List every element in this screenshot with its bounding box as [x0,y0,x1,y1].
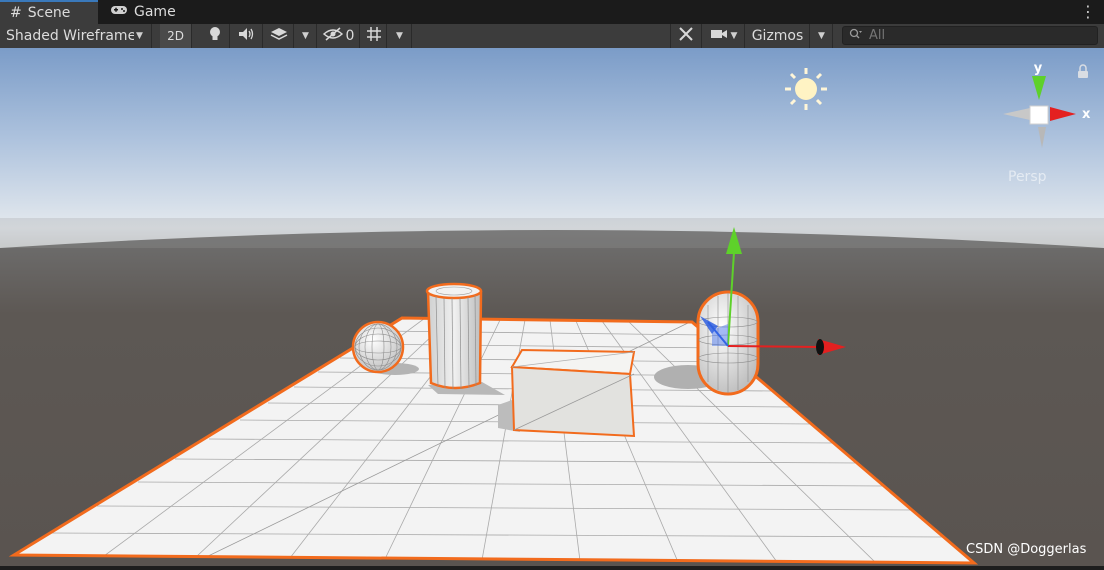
cube-object[interactable] [510,348,636,438]
watermark-text: CSDN @Doggerlas [966,542,1087,557]
gizmos-label: Gizmos [751,28,804,44]
gizmo-x-label: x [1082,107,1091,122]
search-icon [849,28,863,44]
tab-game-label: Game [134,4,176,20]
gizmo-center-cube[interactable] [1029,105,1049,125]
lightbulb-icon [208,26,222,46]
chevron-down-icon: ▼ [818,31,825,41]
effects-toggle-button[interactable] [264,24,294,48]
scene-visibility-toggle[interactable]: 0 [318,24,360,48]
tab-scene[interactable]: # Scene [0,0,98,24]
x-axis-handle[interactable] [727,345,821,348]
chevron-down-icon: ▼ [730,31,738,41]
gizmos-dropdown[interactable]: ▼ [811,24,833,48]
hidden-count: 0 [345,28,355,44]
speaker-icon [238,27,256,45]
effects-dropdown[interactable]: ▼ [295,24,317,48]
more-options-icon[interactable]: ⋮ [1080,2,1096,21]
grid-dropdown[interactable]: ▼ [388,24,412,48]
tab-game[interactable]: Game [100,0,190,24]
lighting-toggle-button[interactable] [200,24,230,48]
grid-icon [366,26,382,46]
projection-label[interactable]: Persp [1008,169,1047,185]
camera-icon [710,28,728,44]
chevron-down-icon: ▼ [302,31,309,41]
camera-settings-dropdown[interactable]: ▼ [703,24,745,48]
gamepad-icon [110,4,128,20]
search-input[interactable] [867,27,1091,44]
audio-toggle-button[interactable] [231,24,263,48]
chevron-down-icon: ▼ [136,31,143,41]
sphere-object[interactable] [351,320,405,374]
gizmo-y-label: y [1034,61,1043,76]
chevron-down-icon: ▼ [396,31,403,41]
tools-button[interactable] [670,24,702,48]
horizon-haze [0,218,1104,248]
scene-toolbar: Shaded Wireframe ▼ 2D ▼ 0 ▼ ▼ Gizmos ▼ A… [0,24,1104,49]
cylinder-object[interactable] [425,282,483,390]
layers-icon [270,27,288,45]
hash-icon: # [10,5,22,21]
2d-toggle-button[interactable]: 2D [160,24,192,48]
2d-label: 2D [167,29,184,43]
gizmos-toggle-button[interactable]: Gizmos [746,24,810,48]
tab-scene-label: Scene [27,5,71,21]
search-field[interactable] [842,26,1098,45]
window-tab-bar: # Scene Game ⋮ [0,0,1104,24]
scene-canvas[interactable]: y x Persp CSDN @Doggerlas [0,48,1104,566]
hidden-eye-icon [322,27,343,45]
tools-icon [678,26,694,46]
scene-viewport[interactable]: y x Persp CSDN @Doggerlas [0,48,1104,566]
draw-mode-dropdown[interactable]: Shaded Wireframe ▼ [0,24,152,48]
draw-mode-label: Shaded Wireframe [6,28,134,44]
grid-toggle-button[interactable] [361,24,387,48]
